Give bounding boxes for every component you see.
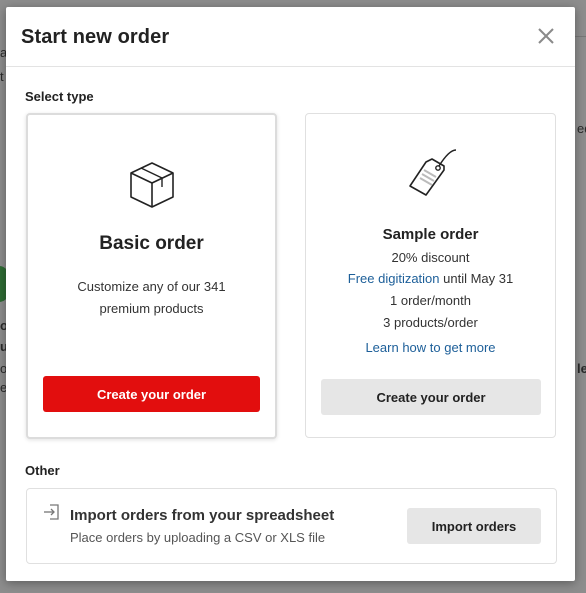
background-text: le xyxy=(577,361,586,376)
import-orders-subtitle: Place orders by uploading a CSV or XLS f… xyxy=(70,530,326,545)
background-text: ed xyxy=(577,121,586,136)
basic-order-card[interactable]: Basic order Customize any of our 341 pre… xyxy=(26,113,277,439)
price-tag-icon xyxy=(406,146,460,205)
sample-order-digitization: Free digitization until May 31 xyxy=(306,271,555,286)
basic-create-order-button[interactable]: Create your order xyxy=(43,376,260,412)
close-button[interactable] xyxy=(534,24,558,48)
import-icon xyxy=(43,503,61,526)
basic-order-title: Basic order xyxy=(99,233,204,254)
box-icon xyxy=(127,159,177,216)
sample-order-discount: 20% discount xyxy=(391,250,470,265)
close-icon xyxy=(538,28,554,44)
modal-header: Start new order xyxy=(6,7,575,67)
select-type-label: Select type xyxy=(25,89,94,104)
basic-order-description: Customize any of our 341 xyxy=(77,279,226,294)
import-orders-card: Import orders from your spreadsheet Plac… xyxy=(26,488,557,564)
start-new-order-modal: Start new order Select type Basic order … xyxy=(6,7,575,581)
sample-order-title: Sample order xyxy=(382,226,479,243)
learn-more-link[interactable]: Learn how to get more xyxy=(306,340,555,355)
sample-create-order-button[interactable]: Create your order xyxy=(321,379,541,415)
digitization-until-text: until May 31 xyxy=(439,271,514,286)
other-label: Other xyxy=(25,463,60,478)
sample-order-card[interactable]: Sample order 20% discount Free digitizat… xyxy=(305,113,556,438)
basic-order-description: premium products xyxy=(99,301,204,316)
background-row-divider xyxy=(575,36,586,37)
sample-order-limit-orders: 1 order/month xyxy=(390,293,471,308)
free-digitization-link[interactable]: Free digitization xyxy=(348,271,440,286)
import-orders-title: Import orders from your spreadsheet xyxy=(70,507,335,524)
background-text: t xyxy=(0,69,4,84)
sample-order-limit-products: 3 products/order xyxy=(383,315,478,330)
modal-title: Start new order xyxy=(21,26,170,48)
import-orders-button[interactable]: Import orders xyxy=(407,508,541,544)
